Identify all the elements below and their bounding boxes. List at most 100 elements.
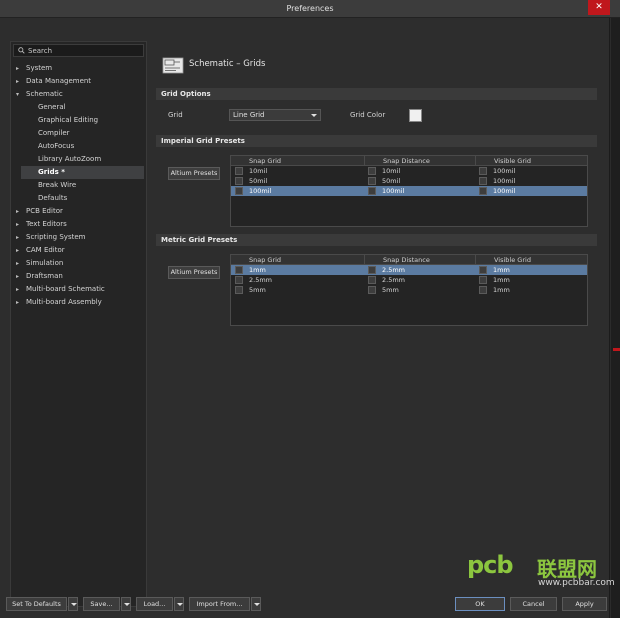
row-checkbox[interactable]	[368, 167, 376, 175]
expand-right-icon[interactable]: ▸	[16, 218, 22, 231]
import-from-button[interactable]: Import From...	[189, 597, 250, 611]
table-cell-snap[interactable]: 10mil	[249, 166, 267, 176]
set-to-defaults-button[interactable]: Set To Defaults	[6, 597, 67, 611]
expand-right-icon[interactable]: ▸	[16, 205, 22, 218]
expand-right-icon[interactable]: ▸	[16, 296, 22, 309]
metric-altium-presets-button[interactable]: Altium Presets	[168, 266, 220, 279]
row-checkbox[interactable]	[235, 167, 243, 175]
sidebar-item[interactable]: ▸ Draftsman	[11, 270, 146, 283]
sidebar-item[interactable]: Library AutoZoom	[21, 153, 144, 166]
row-checkbox[interactable]	[479, 276, 487, 284]
sidebar-item[interactable]: Graphical Editing	[21, 114, 144, 127]
row-checkbox[interactable]	[368, 266, 376, 274]
watermark-url: www.pcbbar.com	[538, 578, 615, 588]
table-cell-snap[interactable]: 5mm	[249, 285, 266, 295]
row-checkbox[interactable]	[235, 266, 243, 274]
row-checkbox[interactable]	[368, 276, 376, 284]
expand-right-icon[interactable]: ▸	[16, 231, 22, 244]
table-cell-snap[interactable]: 2.5mm	[249, 275, 272, 285]
imperial-altium-presets-button[interactable]: Altium Presets	[168, 167, 220, 180]
column-header[interactable]: Visible Grid	[475, 156, 586, 166]
expand-right-icon[interactable]: ▸	[16, 283, 22, 296]
table-cell-visible[interactable]: 100mil	[493, 176, 515, 186]
table-cell-visible[interactable]: 1mm	[493, 265, 510, 275]
table-cell-distance[interactable]: 50mil	[382, 176, 400, 186]
sidebar-item[interactable]: General	[21, 101, 144, 114]
close-button[interactable]: ✕	[588, 0, 610, 15]
table-cell-snap[interactable]: 1mm	[249, 265, 266, 275]
row-checkbox[interactable]	[235, 187, 243, 195]
set-to-defaults-dropdown[interactable]	[68, 597, 78, 611]
row-checkbox[interactable]	[235, 177, 243, 185]
table-cell-distance[interactable]: 10mil	[382, 166, 400, 176]
row-checkbox[interactable]	[235, 276, 243, 284]
sidebar-item[interactable]: ▸ Text Editors	[11, 218, 146, 231]
sidebar-item[interactable]: ▸ PCB Editor	[11, 205, 146, 218]
chevron-down-icon	[254, 603, 260, 606]
table-cell-visible[interactable]: 100mil	[493, 166, 515, 176]
sidebar-item[interactable]: ▸ Data Management	[11, 75, 146, 88]
table-row[interactable]: 10mil 10mil 100mil	[231, 166, 587, 176]
sidebar-item[interactable]: ▸ Scripting System	[11, 231, 146, 244]
sidebar-item[interactable]: Grids *	[21, 166, 144, 179]
sidebar-item[interactable]: AutoFocus	[21, 140, 144, 153]
sidebar-item[interactable]: ▸ Multi-board Assembly	[11, 296, 146, 309]
column-header[interactable]: Snap Grid	[249, 255, 364, 265]
row-checkbox[interactable]	[479, 286, 487, 294]
table-cell-distance[interactable]: 5mm	[382, 285, 399, 295]
sidebar-item[interactable]: ▸ CAM Editor	[11, 244, 146, 257]
row-checkbox[interactable]	[368, 177, 376, 185]
apply-button[interactable]: Apply	[562, 597, 607, 611]
grid-type-dropdown[interactable]: Line Grid	[229, 109, 321, 121]
column-header[interactable]: Snap Distance	[364, 255, 475, 265]
import-from-dropdown[interactable]	[251, 597, 261, 611]
table-cell-distance[interactable]: 100mil	[382, 186, 404, 196]
grid-color-swatch[interactable]	[409, 109, 422, 122]
table-cell-distance[interactable]: 2.5mm	[382, 275, 405, 285]
column-header[interactable]: Snap Distance	[364, 156, 475, 166]
load-button[interactable]: Load...	[136, 597, 173, 611]
sidebar-item[interactable]: ▸ Simulation	[11, 257, 146, 270]
row-checkbox[interactable]	[368, 286, 376, 294]
save-button[interactable]: Save...	[83, 597, 120, 611]
save-dropdown[interactable]	[121, 597, 131, 611]
expand-right-icon[interactable]: ▸	[16, 244, 22, 257]
table-cell-visible[interactable]: 100mil	[493, 186, 515, 196]
sidebar-item[interactable]: Compiler	[21, 127, 144, 140]
table-row[interactable]: 50mil 50mil 100mil	[231, 176, 587, 186]
column-header[interactable]: Snap Grid	[249, 156, 364, 166]
table-row[interactable]: 100mil 100mil 100mil	[231, 186, 587, 196]
table-cell-snap[interactable]: 50mil	[249, 176, 267, 186]
expand-right-icon[interactable]: ▸	[16, 75, 22, 88]
search-box[interactable]	[13, 44, 144, 57]
table-cell-distance[interactable]: 2.5mm	[382, 265, 405, 275]
sidebar-item[interactable]: ▸ System	[11, 62, 146, 75]
table-row[interactable]: 2.5mm 2.5mm 1mm	[231, 275, 587, 285]
sidebar-item-label: Text Editors	[26, 220, 67, 228]
row-checkbox[interactable]	[479, 177, 487, 185]
search-input[interactable]	[28, 46, 138, 56]
expand-right-icon[interactable]: ▸	[16, 257, 22, 270]
sidebar-item[interactable]: ▾ Schematic	[11, 88, 146, 101]
table-cell-visible[interactable]: 1mm	[493, 285, 510, 295]
column-header[interactable]: Visible Grid	[475, 255, 586, 265]
table-row[interactable]: 5mm 5mm 1mm	[231, 285, 587, 295]
table-cell-snap[interactable]: 100mil	[249, 186, 271, 196]
expand-right-icon[interactable]: ▸	[16, 270, 22, 283]
sidebar-item[interactable]: Defaults	[21, 192, 144, 205]
table-cell-visible[interactable]: 1mm	[493, 275, 510, 285]
cancel-button[interactable]: Cancel	[510, 597, 557, 611]
expand-down-icon[interactable]: ▾	[16, 88, 22, 101]
row-checkbox[interactable]	[368, 187, 376, 195]
load-dropdown[interactable]	[174, 597, 184, 611]
row-checkbox[interactable]	[235, 286, 243, 294]
table-row[interactable]: 1mm 2.5mm 1mm	[231, 265, 587, 275]
sidebar-item[interactable]: Break Wire	[21, 179, 144, 192]
sidebar-item[interactable]: ▸ Multi-board Schematic	[11, 283, 146, 296]
expand-right-icon[interactable]: ▸	[16, 62, 22, 75]
row-checkbox[interactable]	[479, 167, 487, 175]
ok-button[interactable]: OK	[455, 597, 505, 611]
row-checkbox[interactable]	[479, 187, 487, 195]
footer-bar: Set To Defaults Save... Load... Import F…	[0, 595, 610, 618]
row-checkbox[interactable]	[479, 266, 487, 274]
